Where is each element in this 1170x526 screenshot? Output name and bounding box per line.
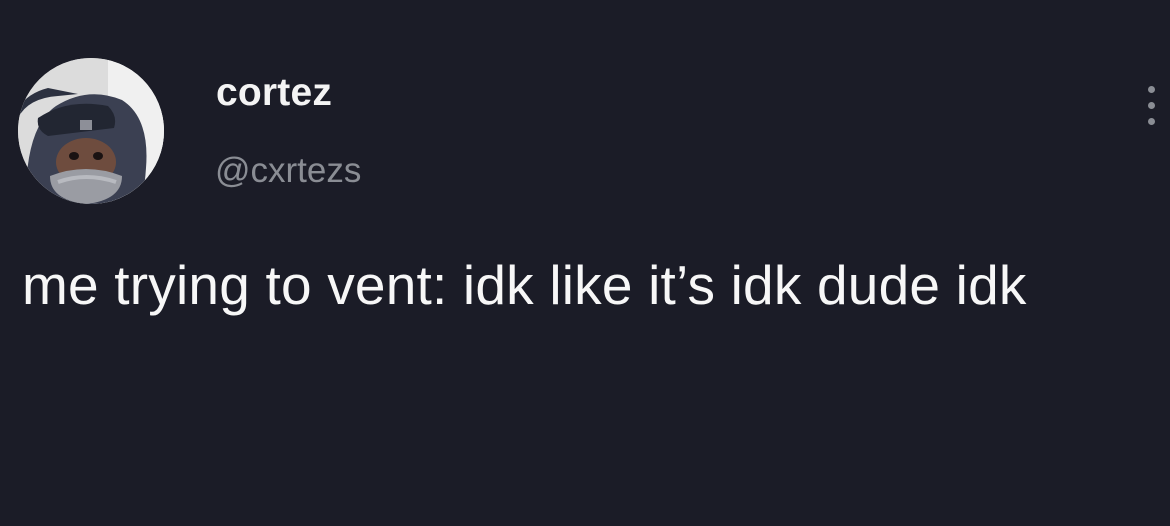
tweet-card: cortez @cxrtezs me trying to vent: idk l… bbox=[0, 0, 1170, 526]
tweet-text: me trying to vent: idk like it’s idk dud… bbox=[22, 254, 1027, 316]
more-options-icon[interactable] bbox=[1140, 84, 1164, 128]
author-display-name[interactable]: cortez bbox=[216, 70, 332, 116]
more-dot bbox=[1148, 118, 1155, 125]
more-dot bbox=[1148, 86, 1155, 93]
author-avatar[interactable] bbox=[18, 58, 164, 204]
more-dot bbox=[1148, 102, 1155, 109]
profile-photo-icon bbox=[18, 58, 164, 204]
author-handle[interactable]: @cxrtezs bbox=[215, 150, 361, 192]
